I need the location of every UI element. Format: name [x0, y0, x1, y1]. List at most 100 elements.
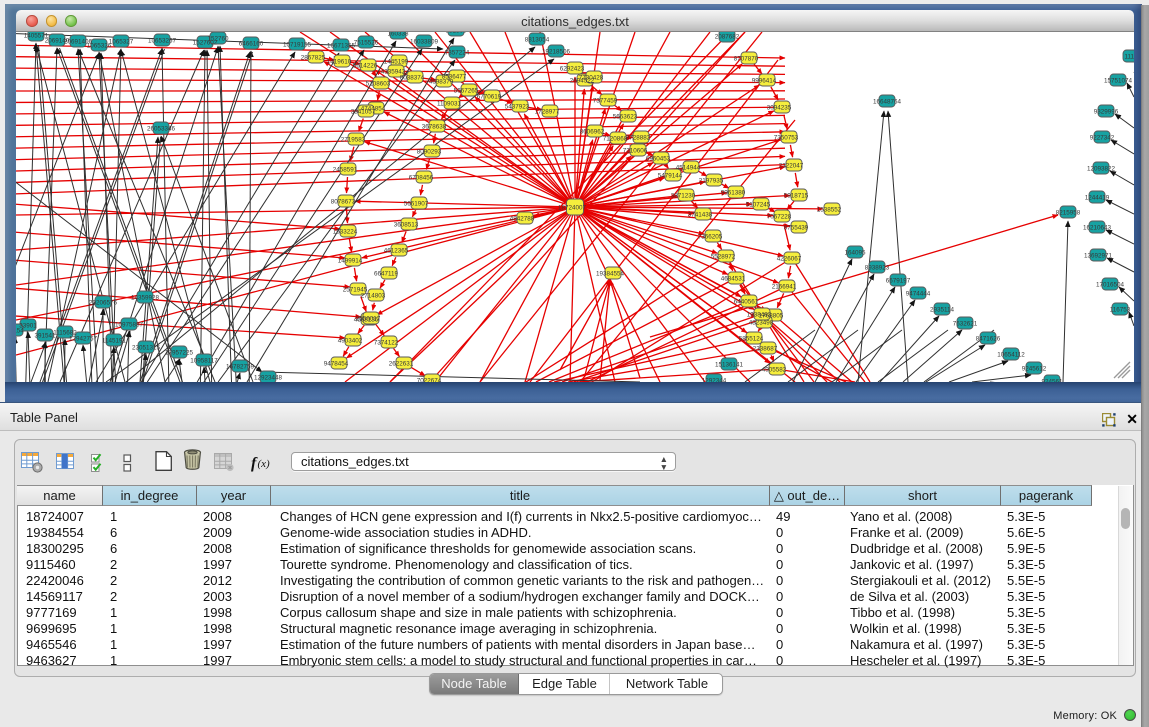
svg-text:19384554: 19384554: [596, 271, 625, 278]
svg-text:8090293: 8090293: [417, 149, 442, 156]
svg-text:5661907: 5661907: [404, 201, 429, 208]
svg-text:8707870: 8707870: [734, 56, 759, 63]
svg-text:4226067: 4226067: [777, 256, 802, 263]
svg-text:1145191: 1145191: [102, 338, 127, 345]
svg-text:7366205: 7366205: [698, 234, 723, 241]
svg-text:6960453: 6960453: [646, 156, 671, 163]
svg-text:4514944: 4514944: [676, 165, 701, 172]
svg-text:8755439: 8755439: [784, 225, 809, 232]
svg-text:7632621: 7632621: [953, 321, 978, 328]
svg-text:2087682: 2087682: [715, 34, 740, 41]
svg-text:1499914: 1499914: [338, 258, 363, 265]
svg-text:7730428: 7730428: [579, 75, 604, 82]
svg-text:3678638: 3678638: [422, 124, 447, 131]
svg-text:5855124: 5855124: [739, 336, 764, 343]
svg-text:9329996: 9329996: [1094, 109, 1119, 116]
svg-text:1728977: 1728977: [535, 109, 560, 116]
svg-text:18724007: 18724007: [558, 205, 587, 212]
svg-text:10958117: 10958117: [190, 358, 218, 365]
svg-text:5479144: 5479144: [658, 173, 683, 180]
svg-text:5528972: 5528972: [711, 254, 736, 261]
svg-text:3728882: 3728882: [626, 135, 651, 142]
svg-text:1533224: 1533224: [333, 229, 358, 236]
svg-text:8938923: 8938923: [865, 265, 890, 272]
svg-text:2935114: 2935114: [930, 307, 955, 314]
svg-text:13692971: 13692971: [1084, 253, 1113, 260]
svg-text:5108603: 5108603: [366, 81, 391, 88]
svg-text:12942757: 12942757: [69, 336, 98, 343]
svg-text:7515526: 7515526: [354, 40, 379, 47]
svg-text:23051315: 23051315: [132, 345, 161, 352]
svg-text:16648764: 16648764: [873, 99, 902, 106]
svg-text:5107245: 5107245: [746, 202, 771, 209]
svg-text:3608513: 3608513: [394, 222, 419, 229]
svg-text:14359928: 14359928: [131, 295, 160, 302]
svg-text:10653267: 10653267: [148, 38, 177, 45]
svg-text:8471626: 8471626: [976, 336, 1001, 343]
svg-text:1419610: 1419610: [327, 59, 352, 66]
svg-text:5667265: 5667265: [454, 88, 479, 95]
svg-text:39154: 39154: [16, 328, 24, 335]
svg-text:10719155: 10719155: [283, 42, 312, 49]
svg-text:1445199: 1445199: [384, 59, 409, 66]
svg-text:4684531: 4684531: [721, 276, 746, 283]
svg-text:7350753: 7350753: [774, 135, 799, 142]
svg-text:8215958: 8215958: [1056, 210, 1081, 217]
svg-text:3871230: 3871230: [671, 193, 696, 200]
svg-text:17957225: 17957225: [165, 350, 194, 357]
svg-text:9996414: 9996414: [752, 78, 777, 85]
svg-text:3341057: 3341057: [351, 109, 376, 116]
svg-text:9478454: 9478454: [324, 361, 349, 368]
svg-text:1065327: 1065327: [109, 39, 134, 46]
svg-text:8536477: 8536477: [442, 74, 467, 81]
svg-text:4823498: 4823498: [749, 320, 774, 327]
svg-text:7120868: 7120868: [603, 136, 628, 143]
svg-text:16033809: 16033809: [410, 39, 439, 46]
svg-text:(x): (x): [258, 458, 271, 470]
svg-text:2556017: 2556017: [356, 316, 381, 323]
svg-text:3741438: 3741438: [688, 212, 713, 219]
svg-text:8606962: 8606962: [580, 129, 605, 136]
svg-text:7357224: 7357224: [445, 50, 470, 57]
svg-text:2458591: 2458591: [333, 167, 358, 174]
svg-text:19218506: 19218506: [542, 49, 571, 56]
svg-text:2867825: 2867825: [301, 55, 326, 62]
svg-text:9245612: 9245612: [1022, 366, 1047, 373]
svg-text:5918715: 5918715: [784, 193, 809, 200]
svg-text:5663623: 5663623: [613, 114, 638, 121]
svg-text:6679197: 6679197: [886, 278, 911, 285]
svg-text:16782759: 16782759: [226, 364, 255, 371]
svg-text:2622631: 2622631: [389, 361, 414, 368]
svg-text:5614226: 5614226: [353, 63, 378, 70]
svg-text:7022674: 7022674: [417, 378, 442, 383]
svg-text:2714803: 2714803: [361, 293, 386, 300]
svg-text:6440561: 6440561: [734, 299, 759, 306]
svg-text:5437923: 5437923: [505, 104, 530, 111]
svg-text:881305: 881305: [445, 32, 467, 35]
svg-text:4905582: 4905582: [762, 367, 787, 374]
svg-text:3094235: 3094235: [767, 105, 792, 112]
svg-text:10654112: 10654112: [997, 352, 1025, 359]
svg-text:6708456: 6708456: [409, 175, 434, 182]
svg-text:12093822: 12093822: [1087, 166, 1116, 173]
svg-text:8038374: 8038374: [400, 75, 425, 82]
svg-text:4903402: 4903402: [338, 338, 363, 345]
svg-text:2719583: 2719583: [341, 137, 366, 144]
svg-text:7374122: 7374122: [374, 340, 399, 347]
svg-text:1292344: 1292344: [702, 378, 727, 383]
svg-text:17016504: 17016504: [1096, 282, 1125, 289]
svg-text:1938483: 1938483: [747, 312, 772, 319]
svg-text:6292423: 6292423: [560, 66, 585, 73]
svg-text:164095: 164095: [844, 250, 866, 257]
svg-text:4612365: 4612365: [384, 248, 409, 255]
svg-text:15136141: 15136141: [715, 362, 744, 369]
svg-text:7067228: 7067228: [767, 214, 792, 221]
svg-text:152760: 152760: [207, 36, 229, 43]
svg-text:1109031: 1109031: [437, 101, 462, 108]
svg-text:2322047: 2322047: [779, 163, 804, 170]
svg-text:116753: 116753: [1110, 307, 1131, 314]
svg-text:6466160: 6466160: [239, 41, 264, 48]
svg-text:4842788: 4842788: [510, 216, 535, 223]
svg-text:16671355: 16671355: [327, 43, 356, 50]
svg-text:2166941: 2166941: [772, 284, 797, 291]
